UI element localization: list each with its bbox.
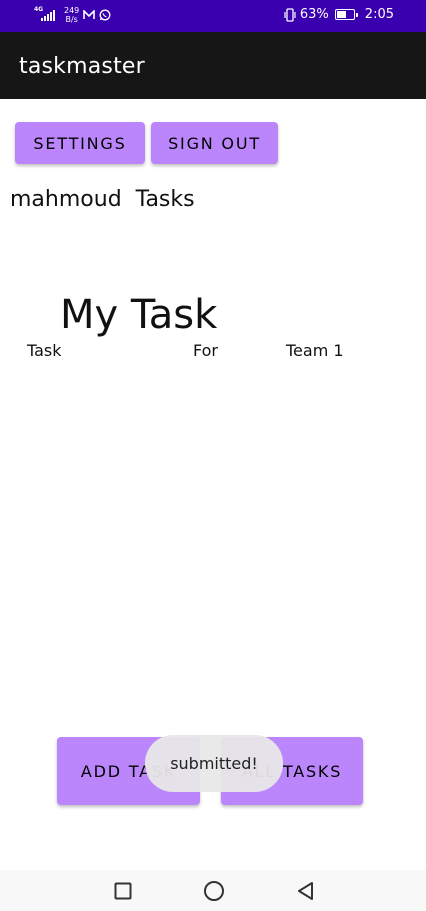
status-bar: 4G 249 B/s 63% 2:05	[0, 0, 426, 32]
status-bar-left: 4G 249 B/s	[34, 6, 111, 24]
battery-percent: 63%	[299, 7, 329, 22]
whatsapp-icon	[99, 9, 111, 21]
signal-icon: 4G	[34, 7, 56, 23]
task-label: Task	[27, 341, 62, 360]
home-icon[interactable]	[203, 880, 225, 902]
network-speed-value: 249	[64, 6, 80, 15]
app-title: taskmaster	[19, 54, 145, 79]
back-icon[interactable]	[295, 880, 317, 902]
user-tasks-heading: mahmoud Tasks	[10, 187, 195, 212]
network-speed: 249 B/s	[64, 6, 79, 24]
battery-charging-icon	[334, 9, 358, 20]
app-bar: taskmaster	[0, 32, 426, 99]
network-speed-unit: B/s	[65, 15, 78, 24]
for-label: For	[193, 341, 218, 360]
mail-icon	[83, 9, 96, 21]
settings-button[interactable]: SETTINGS	[15, 122, 145, 164]
vibrate-icon	[284, 7, 296, 22]
toast-message: submitted!	[145, 735, 283, 792]
navigation-bar	[0, 870, 426, 911]
team-label: Team 1	[286, 341, 344, 360]
task-title: My Task	[60, 292, 218, 338]
sign-out-button[interactable]: SIGN OUT	[151, 122, 278, 164]
status-bar-right: 63% 2:05	[284, 7, 394, 22]
status-time: 2:05	[364, 7, 394, 22]
recent-apps-icon[interactable]	[112, 880, 134, 902]
